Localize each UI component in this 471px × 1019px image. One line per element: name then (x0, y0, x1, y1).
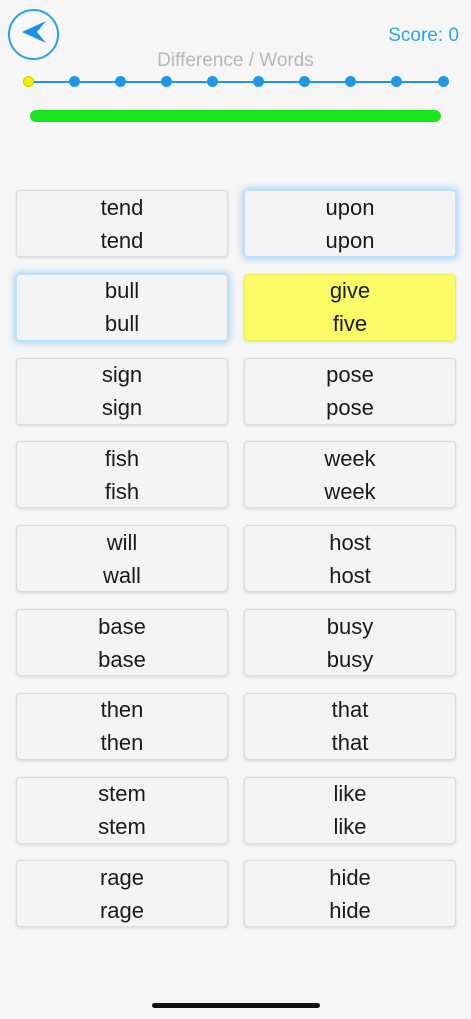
word-bottom: five (332, 311, 368, 337)
word-bottom: pose (326, 395, 374, 421)
word-bottom: stem (98, 814, 146, 840)
word-bottom: busy (326, 646, 374, 672)
word-bottom: rage (99, 897, 145, 923)
word-pair-card[interactable]: tend tend (16, 190, 228, 257)
word-bottom: then (100, 730, 144, 756)
word-pair-card[interactable]: host host (244, 525, 456, 593)
word-top: tend (100, 194, 144, 220)
word-top: give (329, 278, 371, 304)
word-top: base (98, 613, 146, 639)
word-top: sign (101, 362, 143, 388)
word-pair-card[interactable]: rage rage (16, 860, 228, 928)
word-bottom: upon (325, 227, 375, 253)
word-top: rage (99, 864, 145, 890)
word-bottom: fish (104, 478, 140, 504)
word-pair-card[interactable]: week week (244, 441, 456, 509)
word-pair-card[interactable]: then then (16, 692, 228, 760)
word-pair-card[interactable]: busy busy (244, 609, 456, 676)
word-bottom: bull (104, 311, 140, 337)
word-pair-card[interactable]: sign sign (16, 357, 228, 425)
word-top: upon (325, 194, 375, 220)
word-bottom: base (98, 646, 146, 672)
word-bottom: week (324, 478, 376, 504)
word-bottom: sign (101, 395, 143, 421)
word-pair-card[interactable]: pose pose (244, 357, 456, 425)
word-top: fish (104, 445, 140, 471)
word-top: host (329, 529, 371, 555)
word-top: will (106, 529, 138, 555)
word-bottom: hide (329, 897, 371, 923)
word-top: pose (326, 362, 374, 388)
word-bottom: that (331, 730, 369, 756)
word-bottom: wall (103, 562, 141, 588)
word-top: week (324, 445, 376, 471)
word-pair-card[interactable]: like like (244, 776, 456, 844)
word-pair-card[interactable]: bull bull (16, 273, 228, 341)
word-pair-grid: tend tend upon upon bull bull give five sign sign… (0, 0, 471, 1019)
word-top: then (100, 697, 144, 723)
word-pair-card[interactable]: give five (244, 273, 456, 341)
word-top: busy (326, 613, 374, 639)
word-bottom: like (333, 814, 367, 840)
word-pair-card[interactable]: base base (16, 609, 228, 676)
word-top: bull (104, 278, 140, 304)
word-top: stem (98, 781, 146, 807)
word-bottom: host (329, 562, 371, 588)
word-top: like (333, 781, 367, 807)
word-pair-card[interactable]: will wall (16, 525, 228, 593)
home-indicator (152, 1003, 320, 1008)
word-bottom: tend (100, 227, 144, 253)
word-pair-card[interactable]: hide hide (244, 860, 456, 928)
word-pair-card[interactable]: fish fish (16, 441, 228, 509)
word-top: hide (329, 864, 371, 890)
word-pair-card[interactable]: upon upon (244, 190, 456, 257)
word-top: that (331, 697, 369, 723)
word-pair-card[interactable]: that that (244, 692, 456, 760)
word-pair-card[interactable]: stem stem (16, 776, 228, 844)
